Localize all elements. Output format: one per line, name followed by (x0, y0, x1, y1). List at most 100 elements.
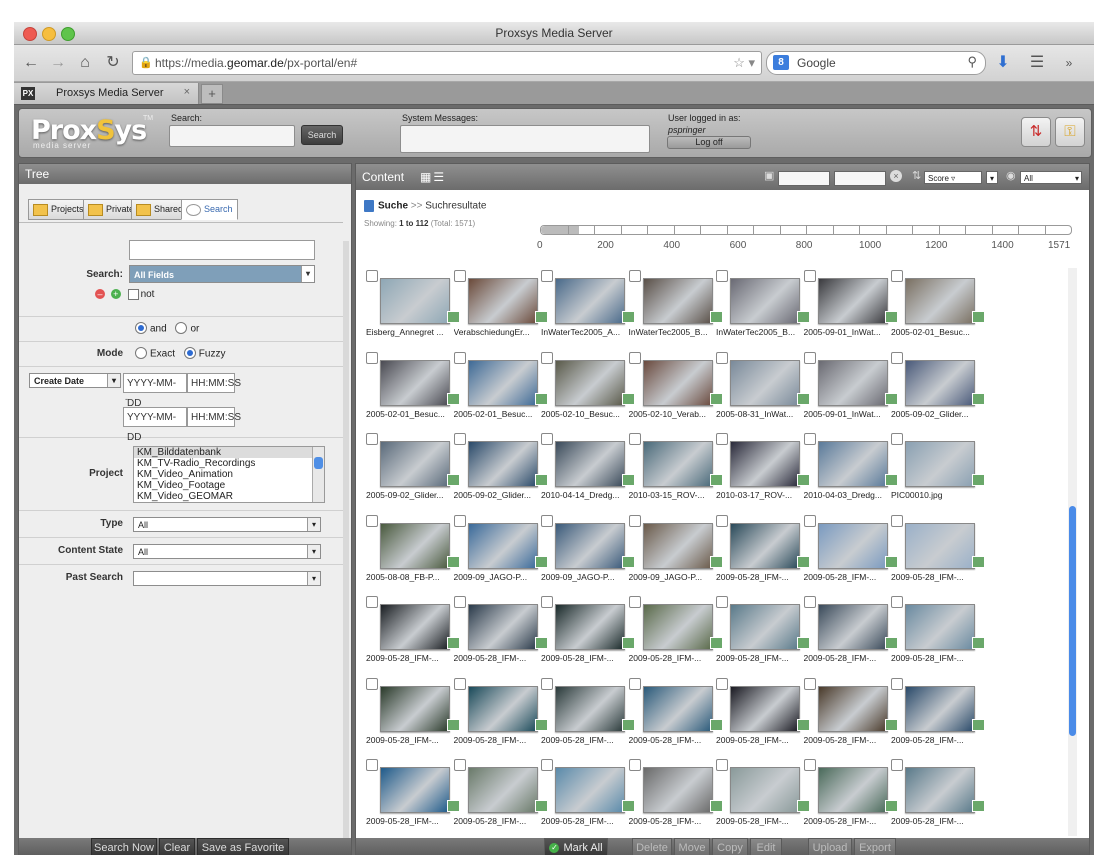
select-checkbox[interactable] (541, 433, 553, 445)
select-checkbox[interactable] (628, 433, 641, 445)
media-thumbnail[interactable]: 2010-04-14_Dredg... (541, 433, 635, 511)
eye-icon[interactable]: ◉ (1006, 169, 1016, 182)
thumbnail-image[interactable] (642, 441, 723, 487)
media-thumbnail[interactable]: 2009-05-28_IFM-... (716, 514, 810, 593)
thumbnail-image[interactable] (380, 278, 460, 324)
thumbnail-image[interactable] (730, 441, 810, 487)
thumbnail-image[interactable] (467, 359, 548, 406)
fuzzy-radio[interactable] (183, 347, 196, 359)
search-icon[interactable]: ⚲ (967, 54, 977, 70)
select-checkbox[interactable] (366, 433, 378, 445)
tree-scrollbar[interactable] (343, 241, 349, 841)
key-icon[interactable]: ⚿ (1055, 117, 1085, 147)
select-checkbox[interactable] (803, 677, 816, 690)
select-checkbox[interactable] (803, 759, 816, 771)
select-checkbox[interactable] (716, 270, 728, 282)
media-thumbnail[interactable]: 2005-09-02_Glider... (366, 433, 460, 511)
select-checkbox[interactable] (803, 351, 816, 364)
media-thumbnail[interactable]: 2009-05-28_IFM-... (453, 677, 548, 756)
thumbnail-image[interactable] (380, 359, 460, 406)
select-checkbox[interactable] (453, 351, 466, 364)
select-checkbox[interactable] (628, 596, 641, 608)
select-checkbox[interactable] (803, 270, 816, 282)
media-thumbnail[interactable]: InWaterTec2005_A... (541, 270, 635, 348)
thumbnail-image[interactable] (730, 278, 810, 324)
media-thumbnail[interactable]: 2009-05-28_IFM-... (891, 514, 985, 593)
select-checkbox[interactable] (541, 351, 553, 364)
select-checkbox[interactable] (541, 514, 553, 527)
media-thumbnail[interactable]: 2009-05-28_IFM-... (891, 596, 985, 674)
thumbnail-image[interactable] (642, 767, 723, 813)
extensions-icon[interactable]: » (1058, 52, 1080, 74)
thumbnail-image[interactable] (730, 604, 810, 650)
select-checkbox[interactable] (628, 677, 641, 690)
select-checkbox[interactable] (541, 677, 553, 690)
thumbnail-image[interactable] (817, 604, 898, 650)
date-from-input[interactable]: YYYY-MM-DD (123, 373, 187, 409)
tab-projects[interactable]: Projects (28, 199, 89, 220)
media-thumbnail[interactable]: VerabschiedungEr... (453, 270, 548, 348)
thumbnail-image[interactable] (730, 522, 810, 569)
time-from-input[interactable]: HH:MM:SS (187, 373, 241, 393)
select-checkbox[interactable] (891, 759, 903, 771)
past-search-select[interactable]: ▾ (133, 571, 321, 586)
add-criteria-icon[interactable]: + (110, 289, 121, 300)
select-checkbox[interactable] (628, 270, 641, 282)
back-arrow-icon[interactable]: ← (20, 52, 42, 74)
thumbnail-image[interactable] (555, 441, 635, 487)
media-thumbnail[interactable]: 2009-05-28_IFM-... (803, 759, 898, 837)
date-filter-to[interactable] (834, 171, 886, 186)
media-thumbnail[interactable]: 2009-05-28_IFM-... (366, 596, 460, 674)
new-tab-button[interactable]: + (201, 84, 223, 104)
thumbnail-image[interactable] (380, 522, 460, 569)
media-thumbnail[interactable]: 2009-05-28_IFM-... (366, 677, 460, 756)
media-thumbnail[interactable]: 2009-05-28_IFM-... (541, 759, 635, 837)
project-option[interactable]: KM_Bilddatenbank (134, 447, 324, 458)
thumbnail-image[interactable] (467, 522, 548, 569)
select-checkbox[interactable] (453, 759, 466, 771)
reload-icon[interactable]: ↻ (102, 52, 124, 74)
thumbnail-image[interactable] (380, 604, 460, 650)
media-thumbnail[interactable]: Eisberg_Annegret ... (366, 270, 460, 348)
select-checkbox[interactable] (891, 433, 903, 445)
media-thumbnail[interactable]: 2009-05-28_IFM-... (891, 677, 985, 756)
select-checkbox[interactable] (716, 351, 728, 364)
media-thumbnail[interactable]: 2005-02-01_Besuc... (453, 351, 548, 430)
select-checkbox[interactable] (803, 596, 816, 608)
date-field-select[interactable]: Create Date ▾ (29, 373, 121, 388)
select-checkbox[interactable] (366, 514, 378, 527)
media-thumbnail[interactable]: 2005-09-02_Glider... (453, 433, 548, 511)
url-bar[interactable]: 🔒 https://media.geomar.de/px-portal/en# … (132, 51, 762, 75)
thumbnail-image[interactable] (905, 767, 985, 813)
logoff-button[interactable]: Log off (667, 136, 751, 149)
thumbnail-image[interactable] (730, 359, 810, 406)
sort-icon[interactable]: ⇅ (912, 169, 921, 182)
clear-date-icon[interactable]: × (890, 170, 902, 182)
select-checkbox[interactable] (628, 759, 641, 771)
or-radio[interactable] (175, 322, 188, 334)
remove-criteria-icon[interactable]: – (95, 289, 105, 300)
thumbnail-image[interactable] (905, 604, 985, 650)
result-timeline-slider[interactable] (540, 225, 1072, 235)
select-checkbox[interactable] (891, 270, 903, 282)
search-field-select[interactable]: All Fields ▾ (129, 265, 315, 283)
thumbnail-image[interactable] (380, 767, 460, 813)
thumbnail-image[interactable] (817, 441, 898, 487)
date-filter-from[interactable] (778, 171, 830, 186)
media-thumbnail[interactable]: 2010-03-17_ROV-... (716, 433, 810, 511)
media-thumbnail[interactable]: 2010-03-15_ROV-... (628, 433, 723, 511)
select-checkbox[interactable] (716, 677, 728, 690)
media-thumbnail[interactable]: 2009-05-28_IFM-... (541, 596, 635, 674)
media-thumbnail[interactable]: 2009-05-28_IFM-... (628, 677, 723, 756)
project-listbox-scrollbar[interactable] (312, 447, 324, 502)
transfer-icon[interactable]: ⇅ (1021, 117, 1051, 147)
select-checkbox[interactable] (716, 759, 728, 771)
select-checkbox[interactable] (628, 351, 641, 364)
breadcrumb-root[interactable]: Suche (378, 201, 408, 212)
media-thumbnail[interactable]: 2009-05-28_IFM-... (803, 514, 898, 593)
sort-direction-icon[interactable]: ▾ (986, 171, 998, 184)
tab-search[interactable]: Search (181, 199, 238, 220)
bookmark-star-icon[interactable]: ☆ ▾ (733, 55, 755, 71)
thumbnail-image[interactable] (642, 604, 723, 650)
time-to-input[interactable]: HH:MM:SS (187, 407, 241, 427)
